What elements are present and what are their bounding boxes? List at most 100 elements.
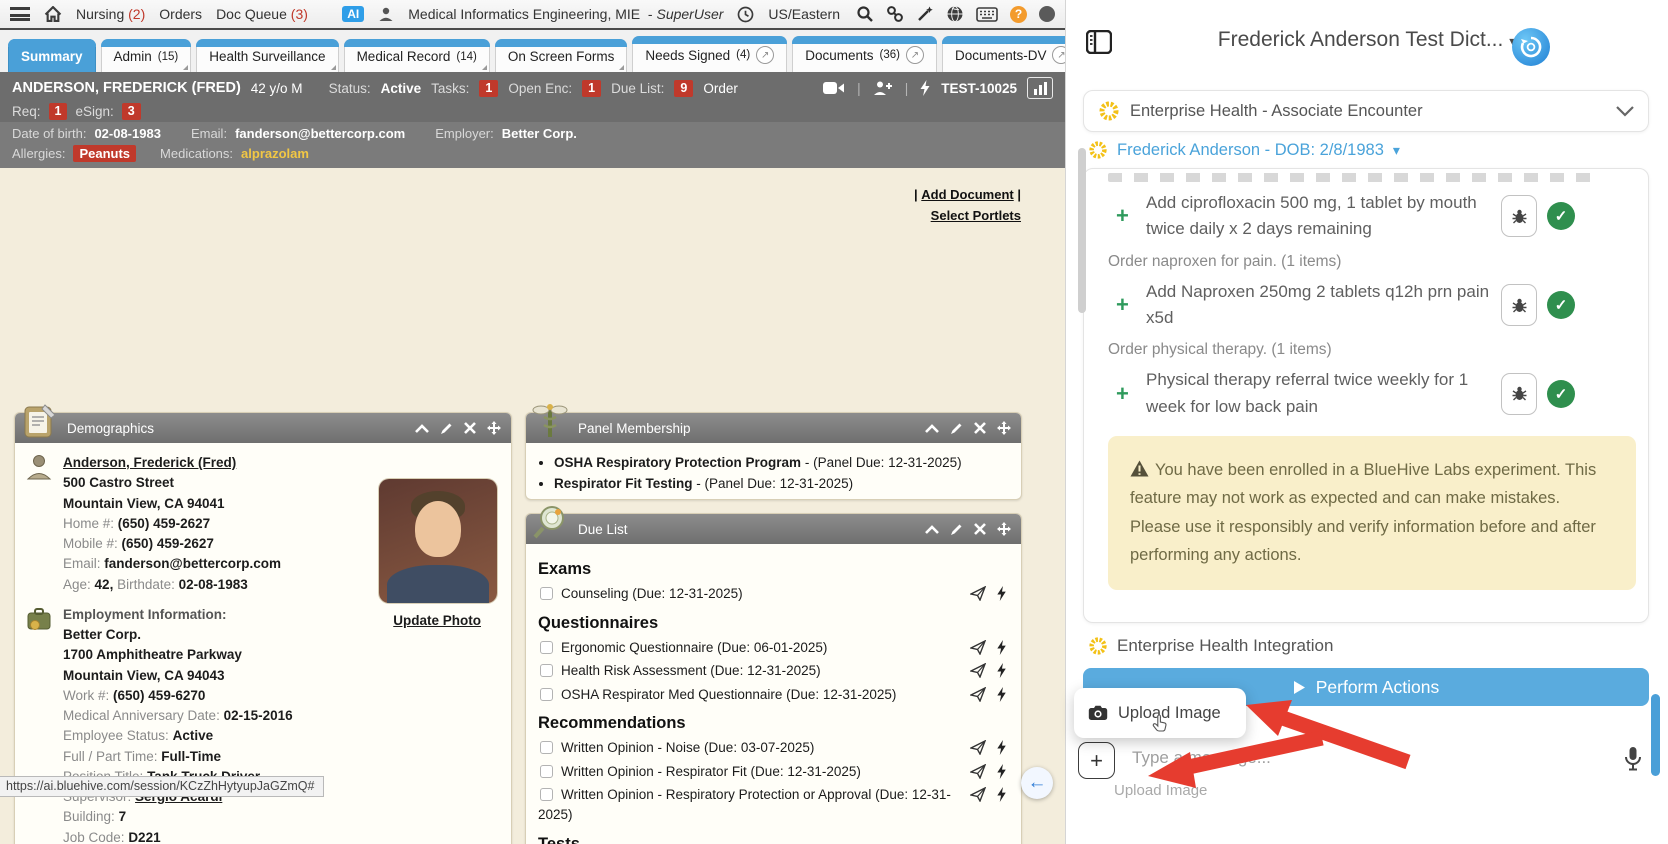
tab-on-screen-forms[interactable]: On Screen Forms	[495, 39, 628, 72]
patient-name[interactable]: ANDERSON, FREDERICK (FRED)	[12, 80, 241, 96]
due-item-checkbox[interactable]	[540, 587, 553, 600]
tasks-count-badge[interactable]: 1	[479, 80, 498, 97]
link-icon[interactable]	[886, 5, 904, 23]
search-icon[interactable]	[856, 5, 874, 23]
add-person-icon[interactable]	[873, 80, 893, 96]
due-item-checkbox[interactable]	[540, 688, 553, 701]
collapse-icon[interactable]	[415, 424, 429, 433]
chevron-down-icon[interactable]	[1616, 106, 1634, 117]
order-menu[interactable]: Order	[703, 81, 738, 96]
collapse-icon[interactable]	[925, 525, 939, 534]
esign-count-badge[interactable]: 3	[122, 103, 141, 120]
move-icon[interactable]	[997, 522, 1011, 536]
patient-context-line[interactable]: Frederick Anderson - DOB: 2/8/1983 ▾	[1088, 140, 1400, 160]
send-plane-icon[interactable]	[970, 586, 986, 601]
debug-button[interactable]	[1501, 284, 1537, 326]
microphone-icon[interactable]	[1624, 746, 1642, 777]
edit-icon[interactable]	[440, 422, 453, 435]
attach-plus-button[interactable]: +	[1078, 742, 1115, 779]
status-bar-url: https://ai.bluehive.com/session/KCzZhHyt…	[0, 776, 324, 797]
employment-header: Employment Information:	[63, 607, 227, 622]
move-icon[interactable]	[487, 421, 501, 435]
lightning-icon[interactable]	[997, 787, 1007, 802]
tab-health-surveillance[interactable]: Health Surveillance	[196, 39, 338, 72]
debug-button[interactable]	[1501, 373, 1537, 415]
keyboard-icon[interactable]	[976, 7, 998, 22]
lightning-icon[interactable]	[997, 740, 1007, 755]
update-photo-link[interactable]: Update Photo	[393, 611, 481, 631]
edit-icon[interactable]	[950, 523, 963, 536]
send-plane-icon[interactable]	[970, 764, 986, 779]
due-item-checkbox[interactable]	[540, 641, 553, 654]
lightning-icon[interactable]	[997, 663, 1007, 678]
tab-admin[interactable]: Admin(15)	[101, 39, 192, 72]
select-portlets-link[interactable]: Select Portlets	[931, 208, 1021, 223]
bluehive-logo[interactable]	[1512, 28, 1550, 66]
close-icon[interactable]	[974, 422, 986, 434]
patient-name-link[interactable]: Anderson, Frederick (Fred)	[63, 455, 236, 470]
nav-doc-queue[interactable]: Doc Queue (3)	[216, 6, 308, 22]
upload-image-menu-item[interactable]: Upload Image	[1074, 688, 1246, 738]
message-input[interactable]	[1132, 748, 1552, 768]
close-icon[interactable]	[464, 422, 476, 434]
send-plane-icon[interactable]	[970, 687, 986, 702]
due-item-checkbox[interactable]	[540, 788, 553, 801]
lightning-icon[interactable]	[997, 586, 1007, 601]
medication-value[interactable]: alprazolam	[241, 146, 309, 161]
due-list-count-badge[interactable]: 9	[674, 80, 693, 97]
open-enc-count-badge[interactable]: 1	[582, 80, 601, 97]
panel-membership-header[interactable]: Panel Membership	[526, 413, 1021, 443]
collapse-icon[interactable]	[925, 424, 939, 433]
move-icon[interactable]	[997, 421, 1011, 435]
debug-button[interactable]	[1501, 195, 1537, 237]
add-document-link[interactable]: Add Document	[921, 187, 1013, 202]
demographics-portlet-header[interactable]: Demographics	[15, 413, 511, 443]
help-icon[interactable]: ?	[1010, 6, 1027, 23]
send-plane-icon[interactable]	[970, 663, 986, 678]
bar-chart-icon[interactable]	[1027, 77, 1053, 99]
due-list-header[interactable]: Due List	[526, 514, 1021, 544]
ai-badge[interactable]: AI	[342, 6, 364, 22]
wand-icon[interactable]	[916, 5, 934, 23]
tab-documents[interactable]: Documents(36)↗	[792, 36, 937, 72]
tab-summary[interactable]: Summary	[8, 39, 96, 72]
panel-scrollbar-thumb[interactable]	[1078, 148, 1086, 313]
external-link-icon[interactable]: ↗	[906, 46, 924, 64]
globe-icon[interactable]	[946, 5, 964, 23]
nav-nursing[interactable]: Nursing (2)	[76, 6, 145, 22]
timezone-label[interactable]: US/Eastern	[768, 6, 840, 22]
video-camera-icon[interactable]	[823, 81, 845, 95]
nav-orders[interactable]: Orders	[159, 6, 202, 22]
integration-line: Enterprise Health Integration	[1088, 636, 1333, 656]
chart-id[interactable]: TEST-10025	[941, 81, 1017, 96]
lightning-icon[interactable]	[997, 640, 1007, 655]
lightning-icon[interactable]	[997, 764, 1007, 779]
clock-icon[interactable]	[737, 6, 754, 23]
send-plane-icon[interactable]	[970, 740, 986, 755]
tab-medical-record[interactable]: Medical Record(14)	[344, 39, 490, 72]
lightning-icon[interactable]	[920, 80, 931, 96]
tab-documents-dv[interactable]: Documents-DV↗	[942, 36, 1084, 72]
send-plane-icon[interactable]	[970, 787, 986, 802]
address-line2: Mountain View, CA 94041	[63, 496, 225, 511]
external-link-icon[interactable]: ↗	[756, 46, 774, 64]
home-icon[interactable]	[44, 6, 62, 22]
panel-scrollbar-thumb-active[interactable]	[1651, 694, 1660, 776]
profile-dot-icon[interactable]	[1039, 6, 1055, 22]
tab-needs-signed[interactable]: Needs Signed(4)↗	[632, 36, 787, 72]
top-menu-bar: Nursing (2) Orders Doc Queue (3) AI Medi…	[0, 0, 1065, 30]
edit-icon[interactable]	[950, 422, 963, 435]
due-item-checkbox[interactable]	[540, 664, 553, 677]
req-count-badge[interactable]: 1	[49, 103, 68, 120]
collapse-panel-button[interactable]: ←	[1021, 767, 1053, 799]
lightning-icon[interactable]	[997, 687, 1007, 702]
due-item-checkbox[interactable]	[540, 741, 553, 754]
order-action-text: Add Naproxen 250mg 2 tablets q12h prn pa…	[1146, 279, 1491, 332]
encounter-card[interactable]: Enterprise Health - Associate Encounter	[1083, 90, 1649, 132]
due-item-checkbox[interactable]	[540, 765, 553, 778]
session-title[interactable]: Frederick Anderson Test Dict... ▾	[1066, 28, 1668, 52]
send-plane-icon[interactable]	[970, 640, 986, 655]
allergy-badge[interactable]: Peanuts	[73, 145, 136, 162]
close-icon[interactable]	[974, 523, 986, 535]
hamburger-menu-icon[interactable]	[10, 7, 30, 21]
